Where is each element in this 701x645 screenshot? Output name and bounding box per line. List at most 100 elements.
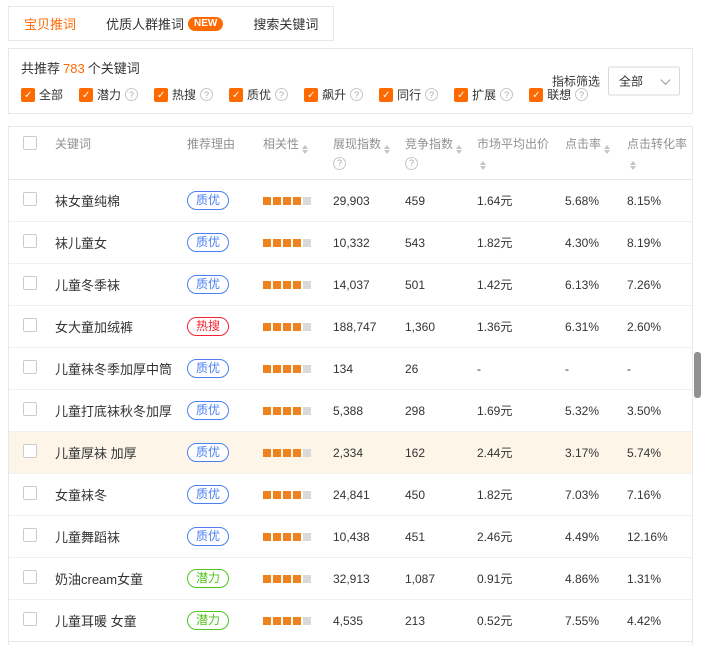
- keyword-text: 奶油cream女童: [55, 572, 143, 587]
- row-checkbox[interactable]: [23, 444, 37, 458]
- summary-suffix: 个关键词: [88, 61, 140, 76]
- row-checkbox[interactable]: [23, 486, 37, 500]
- relevance-bars: [263, 407, 311, 415]
- checkbox-icon[interactable]: [21, 88, 35, 102]
- select-all-checkbox[interactable]: [23, 136, 37, 150]
- header-cvr: 点击转化率: [623, 127, 692, 180]
- reason-badge: 质优: [187, 443, 229, 462]
- table-row: 儿童袜冬季加厚中筒 质优 134 26 - - -: [9, 348, 692, 390]
- avg-bid-cell: 1.82元: [473, 222, 561, 264]
- sort-icon[interactable]: [604, 145, 610, 154]
- cvr-cell: 4.42%: [623, 600, 692, 642]
- cvr-cell: 8.15%: [623, 180, 692, 222]
- keyword-text: 儿童冬季袜: [55, 278, 120, 293]
- cvr-cell: 8.19%: [623, 222, 692, 264]
- table-footer: 广泛匹配 精准匹配 当前第 1 - 200 条，共 783 条，每页展示 200…: [9, 641, 692, 645]
- info-icon[interactable]: [350, 88, 363, 101]
- info-icon[interactable]: [275, 88, 288, 101]
- row-checkbox[interactable]: [23, 192, 37, 206]
- filter-checkbox-item[interactable]: 热搜: [154, 86, 213, 103]
- tab[interactable]: 宝贝推词: [9, 7, 91, 40]
- table-row: 女大童加绒裤 热搜 188,747 1,360 1.36元 6.31% 2.60…: [9, 306, 692, 348]
- filter-label: 飙升: [322, 86, 346, 103]
- filter-checkbox-item[interactable]: 潜力: [79, 86, 138, 103]
- filter-checkbox-item[interactable]: 质优: [229, 86, 288, 103]
- impressions-cell: 10,332: [329, 222, 401, 264]
- cvr-cell: -: [623, 348, 692, 390]
- filter-checkbox-item[interactable]: 飙升: [304, 86, 363, 103]
- cvr-cell: 12.16%: [623, 516, 692, 558]
- info-icon[interactable]: [200, 88, 213, 101]
- info-icon[interactable]: [500, 88, 513, 101]
- tab[interactable]: 搜索关键词: [238, 7, 333, 40]
- keyword-text: 儿童打底袜秋冬加厚: [55, 404, 172, 419]
- relevance-bars: [263, 491, 311, 499]
- row-checkbox[interactable]: [23, 360, 37, 374]
- filter-checkbox-item[interactable]: 全部: [21, 86, 63, 103]
- impressions-cell: 2,334: [329, 432, 401, 474]
- sort-icon[interactable]: [384, 145, 390, 154]
- info-icon[interactable]: [333, 157, 346, 170]
- sort-icon[interactable]: [480, 161, 486, 170]
- info-icon[interactable]: [425, 88, 438, 101]
- reason-badge: 质优: [187, 359, 229, 378]
- info-icon[interactable]: [125, 88, 138, 101]
- competition-cell: 451: [401, 516, 473, 558]
- competition-cell: 543: [401, 222, 473, 264]
- new-badge: NEW: [188, 17, 223, 31]
- checkbox-icon[interactable]: [454, 88, 468, 102]
- sort-icon[interactable]: [302, 145, 308, 154]
- row-checkbox[interactable]: [23, 402, 37, 416]
- filter-label: 热搜: [172, 86, 196, 103]
- competition-cell: 501: [401, 264, 473, 306]
- info-icon[interactable]: [405, 157, 418, 170]
- cvr-cell: 1.31%: [623, 558, 692, 600]
- keyword-text: 袜儿童女: [55, 236, 107, 251]
- avg-bid-cell: 0.91元: [473, 558, 561, 600]
- metric-filter-select[interactable]: 全部: [608, 67, 680, 96]
- row-checkbox[interactable]: [23, 318, 37, 332]
- table-row: 袜儿童女 质优 10,332 543 1.82元 4.30% 8.19%: [9, 222, 692, 264]
- avg-bid-cell: -: [473, 348, 561, 390]
- checkbox-icon[interactable]: [304, 88, 318, 102]
- scrollbar-thumb[interactable]: [694, 352, 701, 398]
- header-ctr: 点击率: [561, 127, 623, 180]
- filter-checkbox-item[interactable]: 同行: [379, 86, 438, 103]
- checkbox-icon[interactable]: [79, 88, 93, 102]
- table-body: 袜女童纯棉 质优 29,903 459 1.64元 5.68% 8.15% 袜儿…: [9, 180, 692, 642]
- reason-badge: 质优: [187, 485, 229, 504]
- ctr-cell: 4.86%: [561, 558, 623, 600]
- impressions-cell: 14,037: [329, 264, 401, 306]
- row-checkbox[interactable]: [23, 570, 37, 584]
- header-avg-bid: 市场平均出价: [473, 127, 561, 180]
- tab[interactable]: 优质人群推词 NEW: [91, 7, 238, 40]
- filter-label: 扩展: [472, 86, 496, 103]
- sort-icon[interactable]: [456, 145, 462, 154]
- avg-bid-cell: 2.44元: [473, 432, 561, 474]
- table-row: 袜女童纯棉 质优 29,903 459 1.64元 5.68% 8.15%: [9, 180, 692, 222]
- competition-cell: 298: [401, 390, 473, 432]
- checkbox-icon[interactable]: [379, 88, 393, 102]
- row-checkbox[interactable]: [23, 234, 37, 248]
- checkbox-icon[interactable]: [229, 88, 243, 102]
- row-checkbox[interactable]: [23, 276, 37, 290]
- reason-badge: 质优: [187, 233, 229, 252]
- checkbox-icon[interactable]: [529, 88, 543, 102]
- filter-checkbox-item[interactable]: 扩展: [454, 86, 513, 103]
- keyword-text: 儿童袜冬季加厚中筒: [55, 362, 172, 377]
- sort-icon[interactable]: [630, 161, 636, 170]
- relevance-bars: [263, 533, 311, 541]
- competition-cell: 1,360: [401, 306, 473, 348]
- row-checkbox[interactable]: [23, 528, 37, 542]
- header-competition: 竞争指数: [401, 127, 473, 180]
- table-row: 儿童厚袜 加厚 质优 2,334 162 2.44元 3.17% 5.74%: [9, 432, 692, 474]
- row-checkbox[interactable]: [23, 612, 37, 626]
- ctr-cell: 5.32%: [561, 390, 623, 432]
- ctr-cell: 6.13%: [561, 264, 623, 306]
- reason-badge: 质优: [187, 401, 229, 420]
- filter-label: 同行: [397, 86, 421, 103]
- ctr-cell: 6.31%: [561, 306, 623, 348]
- tabs: 宝贝推词 优质人群推词 NEW 搜索关键词: [8, 6, 334, 41]
- avg-bid-cell: 1.42元: [473, 264, 561, 306]
- checkbox-icon[interactable]: [154, 88, 168, 102]
